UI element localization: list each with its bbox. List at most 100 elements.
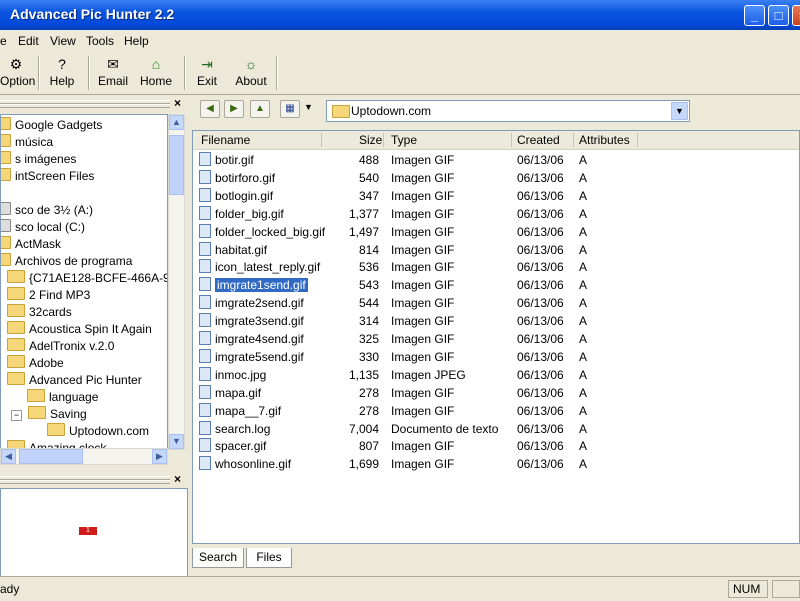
scroll-right-icon[interactable]: ▶ [152, 449, 167, 464]
menu-help[interactable]: Help [124, 34, 149, 48]
minimize-button[interactable]: _ [744, 5, 765, 26]
filename-text: botirforo.gif [215, 170, 276, 185]
table-row[interactable]: search.log 7,004 Documento de texto 06/13/0… [193, 420, 799, 438]
back-icon[interactable]: ◀ [200, 100, 220, 118]
table-row[interactable]: folder_big.gif 1,377 Imagen GIF 06/13/06 A [193, 205, 799, 223]
close-button[interactable]: × [792, 5, 800, 26]
up-folder-icon[interactable]: ▲ [250, 100, 270, 118]
tree-item[interactable]: s imágenes [1, 151, 76, 167]
scroll-left-icon[interactable]: ◀ [1, 449, 16, 464]
attributes-cell: A [579, 403, 588, 418]
tree-item[interactable]: Google Gadgets [1, 117, 102, 133]
column-filename[interactable]: Filename [201, 133, 250, 149]
tree-item[interactable]: sco de 3½ (A:) [1, 202, 93, 218]
column-size[interactable]: Size [359, 133, 382, 149]
menu-edit[interactable]: Edit [18, 34, 39, 48]
tab-search[interactable]: Search [192, 548, 244, 568]
column-created[interactable]: Created [517, 133, 560, 149]
menu-file[interactable]: e [0, 34, 7, 48]
maximize-button[interactable]: □ [768, 5, 789, 26]
exit-button[interactable]: ⇥ Exit [192, 56, 222, 92]
about-button[interactable]: ☼ About [232, 56, 270, 92]
folder-tree[interactable]: Google Gadgets música s imágenes intScre… [0, 114, 168, 450]
tree-item[interactable]: Adobe [7, 355, 64, 371]
filename-text: imgrate4send.gif [215, 332, 304, 346]
table-row[interactable]: botirforo.gif 540 Imagen GIF 06/13/06 A [193, 169, 799, 187]
option-button[interactable]: ⚙ Option [0, 56, 35, 92]
column-separator[interactable] [637, 133, 638, 147]
home-button[interactable]: ⌂ Home [138, 56, 174, 92]
table-row[interactable]: whosonline.gif 1,699 Imagen GIF 06/13/06 A [193, 455, 799, 473]
scroll-up-icon[interactable]: ▲ [169, 115, 184, 130]
created-cell: 06/13/06 [517, 314, 564, 329]
scroll-thumb[interactable] [19, 449, 83, 464]
table-row[interactable]: mapa.gif 278 Imagen GIF 06/13/06 A [193, 384, 799, 402]
close-pane-icon[interactable]: × [174, 472, 181, 486]
tree-item[interactable]: {C71AE128-BCFE-466A-96F [7, 270, 167, 286]
column-separator[interactable] [573, 133, 574, 147]
tree-item[interactable]: language [27, 389, 98, 405]
email-button[interactable]: ✉ Email [96, 56, 130, 92]
tree-vertical-scrollbar[interactable]: ▲ ▼ [168, 114, 185, 450]
tree-item[interactable]: − Saving [11, 406, 87, 422]
attributes-cell: A [579, 367, 588, 382]
folder-pane-header: × [0, 96, 188, 112]
created-cell: 06/13/06 [517, 260, 564, 275]
table-row[interactable]: mapa__7.gif 278 Imagen GIF 06/13/06 A [193, 402, 799, 420]
tree-item[interactable]: 2 Find MP3 [7, 287, 90, 303]
table-row[interactable]: imgrate3send.gif 314 Imagen GIF 06/13/06 A [193, 312, 799, 330]
help-button[interactable]: ? Help [46, 56, 78, 92]
title-bar[interactable]: Advanced Pic Hunter 2.2 _ □ × [0, 0, 800, 30]
scroll-down-icon[interactable]: ▼ [169, 434, 184, 449]
tab-files[interactable]: Files [246, 548, 292, 568]
tree-item[interactable]: Acoustica Spin It Again [7, 321, 152, 337]
table-row[interactable]: folder_locked_big.gif 1,497 Imagen GIF 06/1… [193, 223, 799, 241]
menu-tools[interactable]: Tools [86, 34, 114, 48]
home-icon: ⌂ [151, 56, 161, 72]
file-pane: ◀ ▶ ▲ ▦ ▼ Uptodown.com ▼ Filename Size T… [192, 96, 800, 568]
column-separator[interactable] [321, 133, 322, 147]
table-row[interactable]: imgrate4send.gif 325 Imagen GIF 06/13/06 A [193, 330, 799, 348]
table-row[interactable]: spacer.gif 807 Imagen GIF 06/13/06 A [193, 437, 799, 455]
forward-icon[interactable]: ▶ [224, 100, 244, 118]
created-cell: 06/13/06 [517, 457, 564, 472]
table-row[interactable]: botir.gif 488 Imagen GIF 06/13/06 A [193, 151, 799, 169]
attributes-cell: A [579, 260, 588, 275]
tree-horizontal-scrollbar[interactable]: ◀ ▶ [0, 448, 168, 465]
toolbar-separator [184, 56, 186, 90]
file-list[interactable]: Filename Size Type Created Attributes bo… [192, 130, 800, 544]
filename-text: spacer.gif [215, 439, 267, 454]
file-icon [199, 348, 211, 363]
tree-item[interactable]: intScreen Files [1, 168, 94, 184]
table-row[interactable]: habitat.gif 814 Imagen GIF 06/13/06 A [193, 241, 799, 259]
view-mode-dropdown-icon[interactable]: ▼ [304, 102, 313, 112]
collapse-icon[interactable]: − [11, 410, 22, 421]
created-cell: 06/13/06 [517, 385, 564, 400]
tree-item[interactable]: Uptodown.com [47, 423, 149, 439]
table-row[interactable]: inmoc.jpg 1,135 Imagen JPEG 06/13/06 A [193, 366, 799, 384]
tree-item[interactable]: Advanced Pic Hunter [7, 372, 142, 388]
table-row[interactable]: imgrate5send.gif 330 Imagen GIF 06/13/06 A [193, 348, 799, 366]
column-type[interactable]: Type [391, 133, 417, 149]
column-separator[interactable] [511, 133, 512, 147]
table-row[interactable]: imgrate2send.gif 544 Imagen GIF 06/13/06 A [193, 294, 799, 312]
scroll-thumb[interactable] [169, 135, 184, 195]
address-combo[interactable]: Uptodown.com ▼ [326, 100, 690, 122]
address-dropdown-icon[interactable]: ▼ [671, 102, 688, 120]
table-row[interactable]: imgrate1send.gif 543 Imagen GIF 06/13/06 A [193, 276, 799, 294]
filename-cell: imgrate5send.gif [199, 348, 304, 366]
help-label: Help [49, 74, 75, 88]
table-row[interactable]: icon_latest_reply.gif 536 Imagen GIF 06/13/… [193, 258, 799, 276]
tree-item[interactable]: 32cards [7, 304, 72, 320]
column-attributes[interactable]: Attributes [579, 133, 630, 149]
view-mode-icon[interactable]: ▦ [280, 100, 300, 118]
tree-item[interactable]: ActMask [1, 236, 61, 252]
tree-item[interactable]: Archivos de programa [1, 253, 132, 269]
table-row[interactable]: botlogin.gif 347 Imagen GIF 06/13/06 A [193, 187, 799, 205]
menu-view[interactable]: View [50, 34, 76, 48]
tree-item[interactable]: sco local (C:) [1, 219, 85, 235]
close-pane-icon[interactable]: × [174, 96, 181, 110]
tree-item[interactable]: música [1, 134, 53, 150]
column-separator[interactable] [383, 133, 384, 147]
tree-item[interactable]: AdelTronix v.2.0 [7, 338, 114, 354]
